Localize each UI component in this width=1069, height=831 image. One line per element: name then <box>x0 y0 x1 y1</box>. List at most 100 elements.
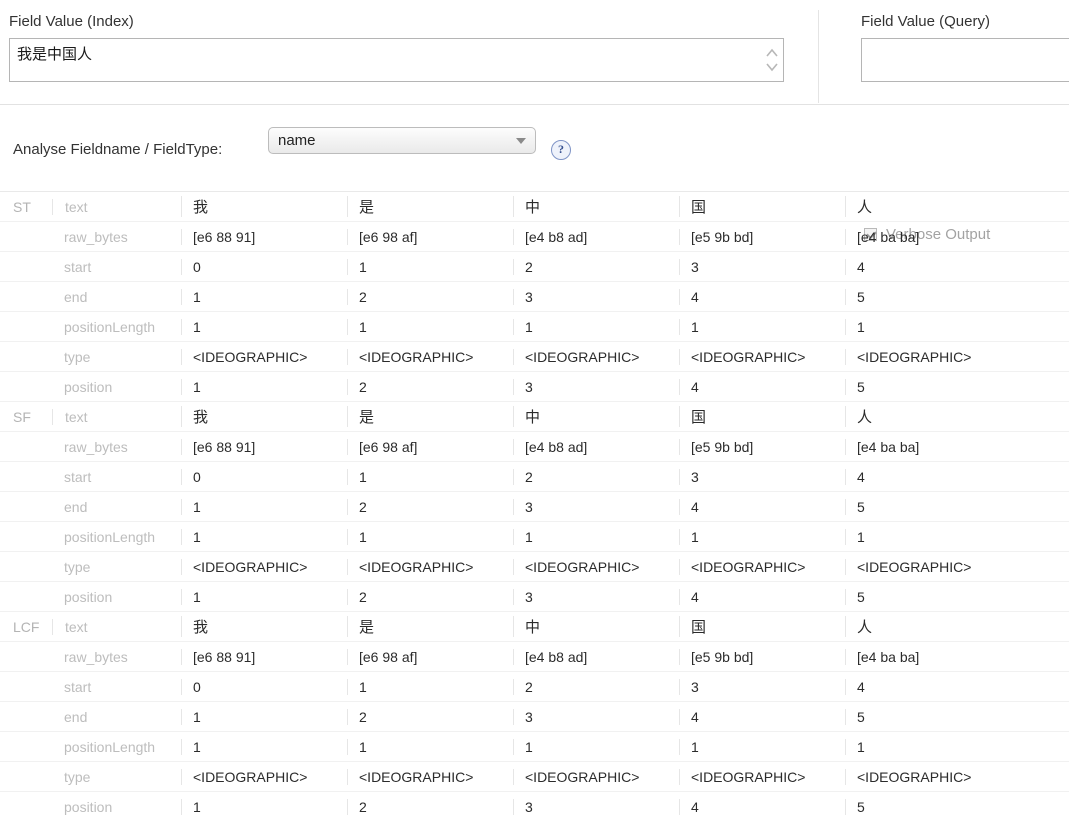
token-end-value: 1 <box>181 288 347 305</box>
token-end-value: 3 <box>513 708 679 725</box>
token-type-value: <IDEOGRAPHIC> <box>347 768 513 785</box>
token-start-value: 3 <box>679 468 845 485</box>
attribute-label: start <box>64 468 92 485</box>
index-value-input[interactable] <box>9 38 784 82</box>
question-mark-icon[interactable]: ? <box>551 140 571 160</box>
token-start-value: 3 <box>679 678 845 695</box>
table-row: end 1 2 3 4 5 <box>0 702 1069 732</box>
token-start-value: 2 <box>513 258 679 275</box>
token-type-value: <IDEOGRAPHIC> <box>679 768 845 785</box>
token-positionLength-value: 1 <box>513 318 679 335</box>
table-row: start 0 1 2 3 4 <box>0 252 1069 282</box>
attribute-label: position <box>64 798 113 815</box>
analysis-results-table: ST text 我是中国人 raw_bytes [e6 88 91] [e6 98 af]… <box>0 192 1069 821</box>
token-position-value: 1 <box>181 798 347 815</box>
analysis-section: SF text 我是中国人 raw_bytes [e6 88 91] [e6 98 af]… <box>0 402 1069 612</box>
token-text-value: 我 <box>181 616 347 637</box>
attribute-label: end <box>64 288 88 305</box>
analysis-section: ST text 我是中国人 raw_bytes [e6 88 91] [e6 98 af]… <box>0 192 1069 402</box>
token-start-value: 0 <box>181 258 347 275</box>
token-type-value: <IDEOGRAPHIC> <box>845 558 1011 575</box>
token-start-value: 1 <box>347 468 513 485</box>
token-raw_bytes-value: [e5 9b bd] <box>679 438 845 455</box>
token-raw_bytes-value: [e4 ba ba] <box>845 228 1011 245</box>
attribute-label: type <box>64 768 91 785</box>
token-end-value: 2 <box>347 708 513 725</box>
table-row: positionLength 1 1 1 1 1 <box>0 522 1069 552</box>
token-end-value: 5 <box>845 288 1011 305</box>
token-position-value: 4 <box>679 798 845 815</box>
token-raw_bytes-value: [e4 b8 ad] <box>513 438 679 455</box>
token-position-value: 5 <box>845 798 1011 815</box>
token-text-value: 中 <box>513 196 679 217</box>
token-position-value: 5 <box>845 378 1011 395</box>
attribute-label: position <box>64 588 113 605</box>
token-positionLength-value: 1 <box>513 528 679 545</box>
token-start-value: 4 <box>845 258 1011 275</box>
attribute-label: end <box>64 498 88 515</box>
token-raw_bytes-value: [e6 88 91] <box>181 648 347 665</box>
token-type-value: <IDEOGRAPHIC> <box>845 768 1011 785</box>
token-positionLength-value: 1 <box>181 318 347 335</box>
attribute-label: text <box>52 198 181 215</box>
fieldtype-select[interactable]: name <box>268 127 536 154</box>
token-type-value: <IDEOGRAPHIC> <box>679 558 845 575</box>
token-positionLength-value: 1 <box>679 738 845 755</box>
token-positionLength-value: 1 <box>679 318 845 335</box>
token-type-value: <IDEOGRAPHIC> <box>347 348 513 365</box>
token-type-value: <IDEOGRAPHIC> <box>679 348 845 365</box>
token-end-value: 4 <box>679 288 845 305</box>
table-row: start 0 1 2 3 4 <box>0 462 1069 492</box>
token-text-value: 中 <box>513 406 679 427</box>
analyse-fieldtype-label: Analyse Fieldname / FieldType: <box>13 141 223 158</box>
table-row: positionLength 1 1 1 1 1 <box>0 312 1069 342</box>
token-text-value: 国 <box>679 406 845 427</box>
attribute-label: end <box>64 708 88 725</box>
token-end-value: 3 <box>513 288 679 305</box>
analysis-section: LCF text 我是中国人 raw_bytes [e6 88 91] [e6 98 af… <box>0 612 1069 821</box>
token-position-value: 1 <box>181 588 347 605</box>
token-text-value: 是 <box>347 196 513 217</box>
token-type-value: <IDEOGRAPHIC> <box>181 768 347 785</box>
token-positionLength-value: 1 <box>181 738 347 755</box>
token-position-value: 4 <box>679 378 845 395</box>
attribute-label: raw_bytes <box>64 648 128 665</box>
panel-divider <box>818 10 819 103</box>
token-text-value: 人 <box>845 616 1011 637</box>
table-row: position 1 2 3 4 5 <box>0 792 1069 821</box>
token-position-value: 5 <box>845 588 1011 605</box>
table-row: raw_bytes [e6 88 91] [e6 98 af] [e4 b8 ad][… <box>0 432 1069 462</box>
token-positionLength-value: 1 <box>845 528 1011 545</box>
attribute-label: raw_bytes <box>64 438 128 455</box>
token-raw_bytes-value: [e6 88 91] <box>181 438 347 455</box>
table-row: position 1 2 3 4 5 <box>0 372 1069 402</box>
token-position-value: 2 <box>347 588 513 605</box>
token-raw_bytes-value: [e6 88 91] <box>181 228 347 245</box>
token-raw_bytes-value: [e6 98 af] <box>347 648 513 665</box>
chevron-down-icon <box>516 138 526 144</box>
table-row: start 0 1 2 3 4 <box>0 672 1069 702</box>
token-raw_bytes-value: [e5 9b bd] <box>679 228 845 245</box>
token-text-value: 国 <box>679 196 845 217</box>
token-position-value: 3 <box>513 798 679 815</box>
attribute-label: type <box>64 348 91 365</box>
token-positionLength-value: 1 <box>347 318 513 335</box>
attribute-label: positionLength <box>64 528 156 545</box>
token-raw_bytes-value: [e4 ba ba] <box>845 648 1011 665</box>
attribute-label: start <box>64 258 92 275</box>
section-name-label: LCF <box>13 618 40 635</box>
token-end-value: 2 <box>347 498 513 515</box>
token-raw_bytes-value: [e4 ba ba] <box>845 438 1011 455</box>
updown-spinner-icon[interactable] <box>764 43 780 77</box>
attribute-label: text <box>52 618 181 635</box>
attribute-label: start <box>64 678 92 695</box>
table-row: type <IDEOGRAPHIC> <IDEOGRAPHIC> <IDEOGRAPH… <box>0 552 1069 582</box>
section-name-label: ST <box>13 198 31 215</box>
token-type-value: <IDEOGRAPHIC> <box>347 558 513 575</box>
token-text-value: 人 <box>845 406 1011 427</box>
table-row: type <IDEOGRAPHIC> <IDEOGRAPHIC> <IDEOGRAPH… <box>0 762 1069 792</box>
query-value-input[interactable] <box>861 38 1069 82</box>
token-positionLength-value: 1 <box>347 528 513 545</box>
token-end-value: 5 <box>845 498 1011 515</box>
token-text-value: 人 <box>845 196 1011 217</box>
